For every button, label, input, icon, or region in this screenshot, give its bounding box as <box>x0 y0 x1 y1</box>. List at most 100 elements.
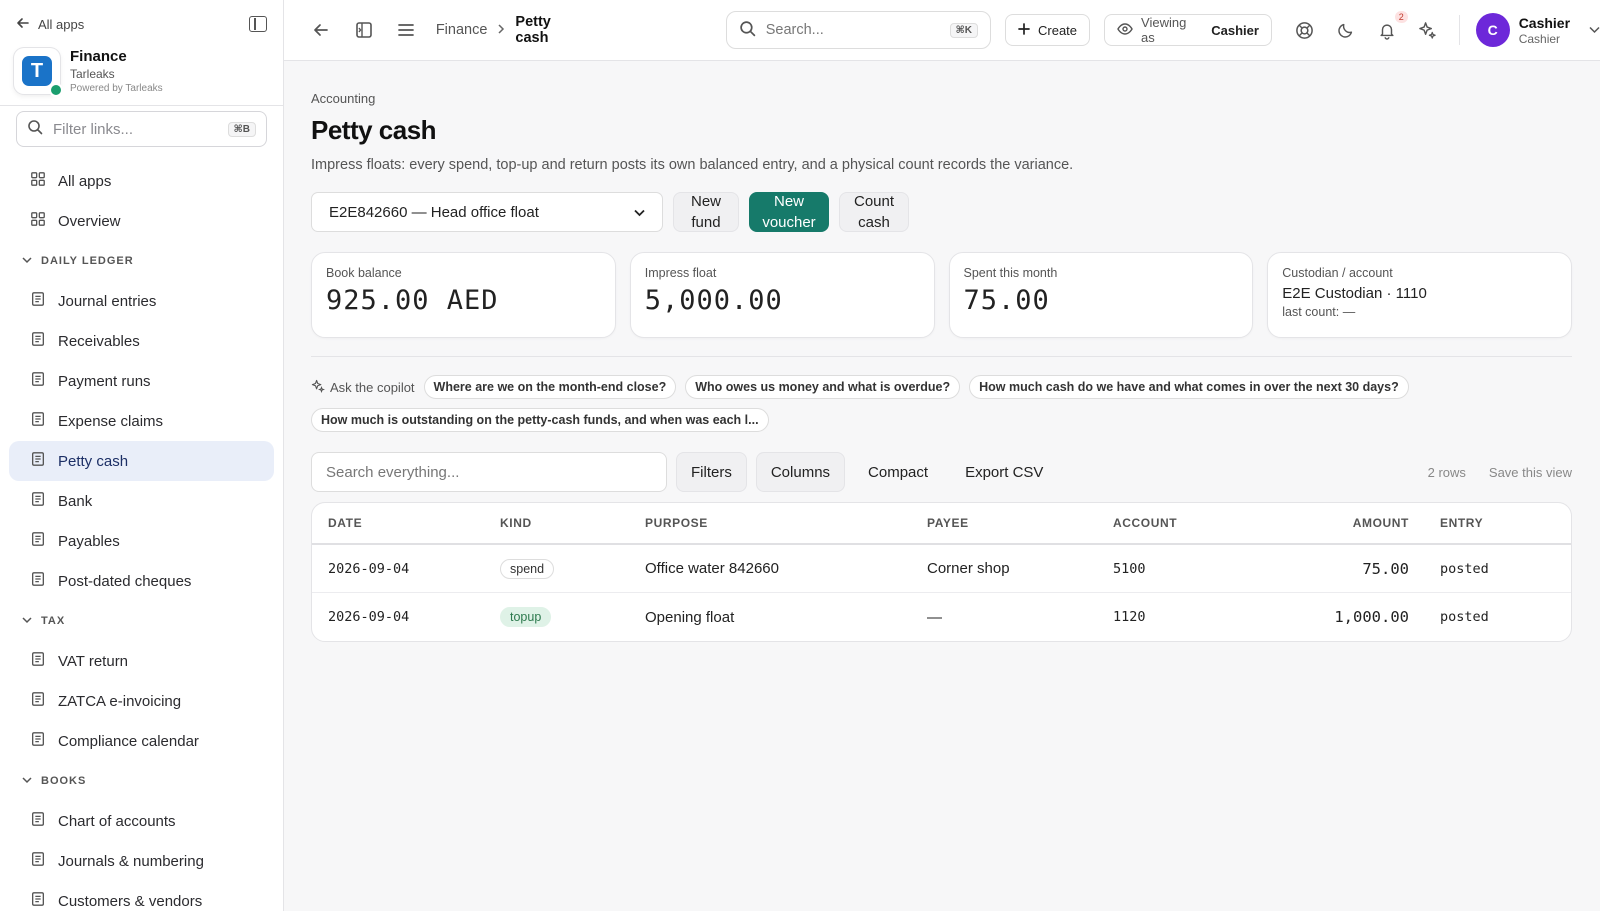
cell-payee: Corner shop <box>927 560 1010 577</box>
sidebar-item-vat-return[interactable]: VAT return <box>9 641 274 681</box>
org-switcher[interactable]: T Finance Tarleaks Powered by Tarleaks <box>0 48 283 104</box>
table-row[interactable]: 2026-09-04 topup Opening float — 1120 1,… <box>312 593 1571 641</box>
filter-links-placeholder: Filter links... <box>53 120 134 138</box>
sidebar: All apps T Finance Tarleaks Powered by T… <box>0 0 284 911</box>
page-description: Impress floats: every spend, top-up and … <box>311 157 1074 173</box>
sidebar-item-label: Payables <box>58 532 120 550</box>
compact-button[interactable]: Compact <box>854 452 942 492</box>
fund-controls: E2E842660 — Head office float New fund N… <box>311 192 1572 232</box>
user-menu[interactable]: C Cashier Cashier <box>1475 13 1600 47</box>
cell-purpose: Office water 842660 <box>645 560 779 577</box>
last-count: last count: — <box>1282 305 1356 319</box>
columns-button[interactable]: Columns <box>755 452 846 492</box>
filter-links-input[interactable]: Filter links... ⌘B <box>16 111 267 147</box>
page-title: Petty cash <box>311 115 437 145</box>
cell-amount: 1,000.00 <box>1334 608 1409 626</box>
column-header-amount[interactable]: AMOUNT <box>1263 516 1409 530</box>
sidebar-item-overview[interactable]: Overview <box>9 201 274 241</box>
book-balance-value: 925.00 AED <box>326 285 499 316</box>
sidebar-item-journals-numbering[interactable]: Journals & numbering <box>9 841 274 881</box>
new-voucher-button[interactable]: New voucher <box>749 192 829 232</box>
table-search-input[interactable]: Search everything... <box>311 452 667 492</box>
column-header-purpose[interactable]: PURPOSE <box>645 516 927 530</box>
menu-icon[interactable] <box>395 19 417 41</box>
fund-select[interactable]: E2E842660 — Head office float <box>311 192 663 232</box>
create-button[interactable]: Create <box>1005 14 1091 46</box>
cell-account: 1120 <box>1113 609 1146 625</box>
export-csv-button[interactable]: Export CSV <box>951 452 1057 492</box>
copilot-suggestions: Ask the copilot Where are we on the mont… <box>311 375 1572 432</box>
global-search-placeholder: Search... <box>765 22 824 38</box>
copilot-suggestion[interactable]: How much cash do we have and what comes … <box>969 375 1409 399</box>
column-header-kind[interactable]: KIND <box>500 516 645 530</box>
sidebar-section-title: TAX <box>41 615 66 627</box>
kind-badge: spend <box>500 558 555 579</box>
sidebar-section-tax[interactable]: TAX <box>0 601 283 641</box>
collapse-sidebar-icon[interactable] <box>249 16 267 32</box>
copilot-suggestion[interactable]: Who owes us money and what is overdue? <box>685 375 961 399</box>
sidebar-section-daily-ledger[interactable]: DAILY LEDGER <box>0 241 283 281</box>
section-divider <box>311 356 1572 357</box>
column-header-account[interactable]: ACCOUNT <box>1113 516 1263 530</box>
all-apps-back-link[interactable]: All apps <box>16 16 84 33</box>
kind-badge: topup <box>500 607 552 627</box>
sidebar-item-all-apps[interactable]: All apps <box>9 161 274 201</box>
table-row[interactable]: 2026-09-04 spend Office water 842660 Cor… <box>312 545 1571 593</box>
topbar-divider <box>1458 15 1460 45</box>
new-fund-button[interactable]: New fund <box>673 192 739 232</box>
sidebar-item-label: All apps <box>58 172 112 190</box>
sidebar-section-title: BOOKS <box>41 775 87 787</box>
filters-button[interactable]: Filters <box>676 452 747 492</box>
ledger-icon <box>30 890 46 911</box>
save-view-button[interactable]: Save this view <box>1489 465 1572 480</box>
global-search-input[interactable]: Search... ⌘K <box>725 11 991 49</box>
sidebar-item-label: Journal entries <box>58 292 157 310</box>
ledger-icon <box>30 450 46 472</box>
org-status-badge <box>49 83 63 97</box>
sidebar-item-customers-vendors[interactable]: Customers & vendors <box>9 881 274 911</box>
sidebar-item-payables[interactable]: Payables <box>9 521 274 561</box>
notification-count-badge: 2 <box>1394 11 1408 23</box>
spent-this-month-value: 75.00 <box>963 285 1050 316</box>
sidebar-item-chart-of-accounts[interactable]: Chart of accounts <box>9 801 274 841</box>
sparkles-icon[interactable] <box>1417 19 1439 41</box>
sidebar-item-compliance-calendar[interactable]: Compliance calendar <box>9 721 274 761</box>
copilot-suggestion[interactable]: Where are we on the month-end close? <box>423 375 677 399</box>
column-header-entry[interactable]: ENTRY <box>1409 516 1483 530</box>
ledger-icon <box>30 530 46 552</box>
org-name: Finance <box>70 48 127 65</box>
sidebar-item-expense-claims[interactable]: Expense claims <box>9 401 274 441</box>
sidebar-item-bank[interactable]: Bank <box>9 481 274 521</box>
sidebar-section-title: DAILY LEDGER <box>41 255 134 267</box>
help-lifebuoy-icon[interactable] <box>1294 19 1316 41</box>
sidebar-section-books[interactable]: BOOKS <box>0 761 283 801</box>
column-header-date[interactable]: DATE <box>312 516 500 530</box>
ledger-icon <box>30 730 46 752</box>
page-eyebrow: Accounting <box>311 91 376 106</box>
back-arrow-icon[interactable] <box>310 19 332 41</box>
sidebar-item-journal-entries[interactable]: Journal entries <box>9 281 274 321</box>
chevron-right-icon <box>496 21 506 39</box>
moon-icon[interactable] <box>1335 19 1357 41</box>
copilot-suggestion[interactable]: How much is outstanding on the petty-cas… <box>311 408 769 432</box>
viewing-as-button[interactable]: Viewing as Cashier <box>1104 14 1272 46</box>
sidebar-item-receivables[interactable]: Receivables <box>9 321 274 361</box>
sidebar-item-petty-cash[interactable]: Petty cash <box>9 441 274 481</box>
impress-float-card: Impress float 5,000.00 <box>629 252 935 338</box>
column-header-payee[interactable]: PAYEE <box>927 516 1113 530</box>
breadcrumb-finance[interactable]: Finance <box>436 22 488 38</box>
sidebar-item-label: Receivables <box>58 332 140 350</box>
book-balance-card: Book balance 925.00 AED <box>311 252 616 338</box>
search-icon <box>27 119 43 139</box>
ledger-icon <box>30 410 46 432</box>
sidebar-item-post-dated-cheques[interactable]: Post-dated cheques <box>9 561 274 601</box>
sidebar-toggle-icon[interactable] <box>353 19 375 41</box>
count-cash-button[interactable]: Count cash <box>839 192 909 232</box>
viewing-as-prefix: Viewing as <box>1141 15 1187 45</box>
sidebar-item-zatca-e-invoicing[interactable]: ZATCA e-invoicing <box>9 681 274 721</box>
bell-icon[interactable]: 2 <box>1376 11 1408 41</box>
main-content: Accounting Petty cash Impress floats: ev… <box>311 61 1572 642</box>
topbar: Finance Petty cash Search... ⌘K Create V… <box>284 0 1600 61</box>
user-name: Cashier <box>1518 14 1571 31</box>
sidebar-item-payment-runs[interactable]: Payment runs <box>9 361 274 401</box>
